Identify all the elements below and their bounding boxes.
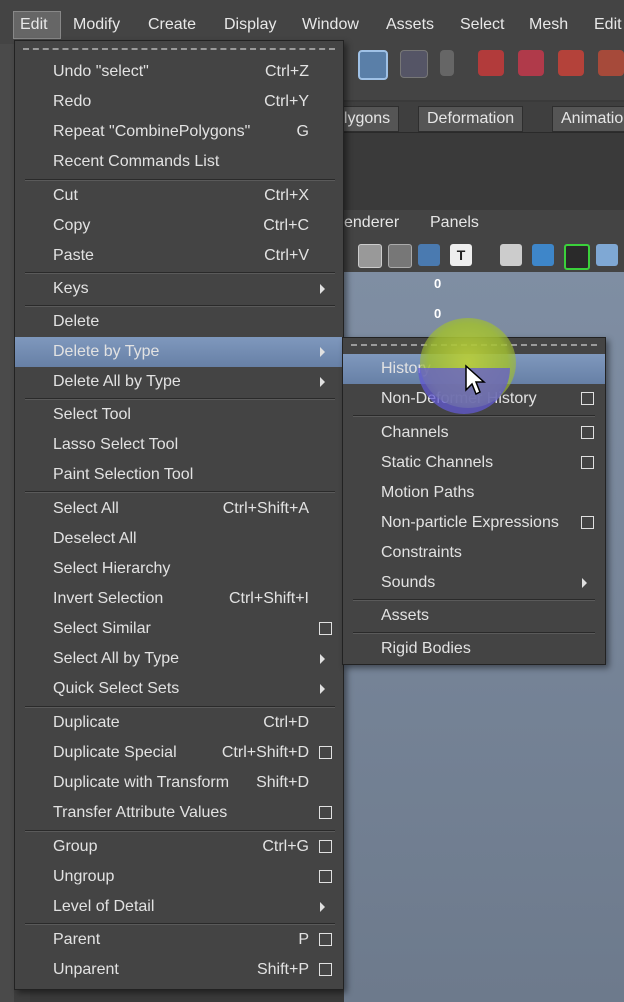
submenu-item-channels[interactable]: Channels — [343, 418, 605, 448]
menu-item-select-hierarchy[interactable]: Select Hierarchy — [15, 554, 343, 584]
mouse-cursor-icon — [465, 364, 486, 396]
menu-separator — [353, 415, 595, 417]
submenu-item-motion-paths[interactable]: Motion Paths — [343, 478, 605, 508]
viewport-menu-renderer[interactable]: enderer — [344, 214, 399, 232]
select-component-icon[interactable] — [400, 50, 428, 78]
tool-box — [0, 44, 15, 1002]
menu-item-undo[interactable]: Undo "select" Ctrl+Z — [15, 57, 343, 87]
menu-item-duplicate[interactable]: Duplicate Ctrl+D — [15, 708, 343, 738]
submenu-item-non-particle-expressions[interactable]: Non-particle Expressions — [343, 508, 605, 538]
submenu-arrow-icon — [320, 284, 325, 294]
option-box-icon[interactable] — [319, 870, 332, 883]
menu-item-redo[interactable]: Redo Ctrl+Y — [15, 87, 343, 117]
snap-curve-icon[interactable] — [518, 50, 544, 76]
menu-item-recent-commands[interactable]: Recent Commands List — [15, 147, 343, 177]
tear-off-bar[interactable] — [23, 48, 335, 50]
option-box-icon[interactable] — [319, 746, 332, 759]
menu-modify[interactable]: Modify — [67, 11, 126, 39]
option-box-icon[interactable] — [319, 933, 332, 946]
xray-icon[interactable] — [564, 244, 590, 270]
tab-deformation[interactable]: Deformation — [418, 106, 524, 132]
menu-item-unparent[interactable]: Unparent Shift+P — [15, 955, 343, 985]
menu-item-paint-selection-tool[interactable]: Paint Selection Tool — [15, 460, 343, 490]
wireframe-cube-icon[interactable] — [500, 244, 522, 266]
menu-item-select-all-by-type[interactable]: Select All by Type — [15, 644, 343, 674]
submenu-arrow-icon — [320, 654, 325, 664]
smooth-shade-cube-icon[interactable] — [532, 244, 554, 266]
edit-menu: Undo "select" Ctrl+Z Redo Ctrl+Y Repeat … — [14, 40, 344, 990]
hud-value: 0 — [434, 306, 442, 321]
menu-edit[interactable]: Edit — [13, 11, 61, 39]
viewport-menu-panels[interactable]: Panels — [430, 214, 479, 232]
menu-item-select-similar[interactable]: Select Similar — [15, 614, 343, 644]
menu-item-keys[interactable]: Keys — [15, 274, 343, 304]
menu-item-lasso-select-tool[interactable]: Lasso Select Tool — [15, 430, 343, 460]
menu-item-repeat[interactable]: Repeat "CombinePolygons" G — [15, 117, 343, 147]
submenu-item-static-channels[interactable]: Static Channels — [343, 448, 605, 478]
menu-mesh[interactable]: Mesh — [523, 11, 574, 39]
option-box-icon[interactable] — [319, 622, 332, 635]
submenu-arrow-icon — [320, 347, 325, 357]
option-box-icon[interactable] — [581, 456, 594, 469]
submenu-arrow-icon — [582, 578, 587, 588]
text-icon[interactable]: T — [450, 244, 472, 266]
menu-item-delete-all-by-type[interactable]: Delete All by Type — [15, 367, 343, 397]
option-box-icon[interactable] — [319, 963, 332, 976]
submenu-item-assets[interactable]: Assets — [343, 601, 605, 631]
main-menubar: Edit Modify Create Display Window Assets… — [0, 0, 624, 45]
select-by-object-icon[interactable] — [358, 50, 388, 80]
menu-item-group[interactable]: Group Ctrl+G — [15, 832, 343, 862]
menu-item-duplicate-with-transform[interactable]: Duplicate with Transform Shift+D — [15, 768, 343, 798]
menu-item-parent[interactable]: Parent P — [15, 925, 343, 955]
shaded-icon[interactable] — [418, 244, 440, 266]
menu-separator — [25, 491, 335, 493]
option-box-icon[interactable] — [319, 840, 332, 853]
menu-item-cut[interactable]: Cut Ctrl+X — [15, 181, 343, 211]
snap-point-icon[interactable] — [558, 50, 584, 76]
option-box-icon[interactable] — [581, 392, 594, 405]
submenu-item-sounds[interactable]: Sounds — [343, 568, 605, 598]
menu-item-paste[interactable]: Paste Ctrl+V — [15, 241, 343, 271]
menu-item-ungroup[interactable]: Ungroup — [15, 862, 343, 892]
tab-animation[interactable]: Animatio — [552, 106, 624, 132]
camera-attributes-icon[interactable] — [358, 244, 382, 268]
option-box-icon[interactable] — [581, 426, 594, 439]
grid-icon[interactable] — [388, 244, 412, 268]
menu-edit-mesh[interactable]: Edit — [588, 11, 624, 39]
submenu-arrow-icon — [320, 684, 325, 694]
menu-item-transfer-attribute-values[interactable]: Transfer Attribute Values — [15, 798, 343, 828]
submenu-item-rigid-bodies[interactable]: Rigid Bodies — [343, 634, 605, 664]
toolbar-divider-icon — [440, 50, 454, 76]
option-box-icon[interactable] — [319, 806, 332, 819]
menu-create[interactable]: Create — [142, 11, 202, 39]
menu-item-select-all[interactable]: Select All Ctrl+Shift+A — [15, 494, 343, 524]
menu-item-delete-by-type[interactable]: Delete by Type — [15, 337, 343, 367]
snap-surface-icon[interactable] — [598, 50, 624, 76]
menu-assets[interactable]: Assets — [380, 11, 440, 39]
menu-item-quick-select-sets[interactable]: Quick Select Sets — [15, 674, 343, 704]
menu-item-invert-selection[interactable]: Invert Selection Ctrl+Shift+I — [15, 584, 343, 614]
menu-select[interactable]: Select — [454, 11, 510, 39]
menu-item-duplicate-special[interactable]: Duplicate Special Ctrl+Shift+D — [15, 738, 343, 768]
menu-item-select-tool[interactable]: Select Tool — [15, 400, 343, 430]
menu-item-level-of-detail[interactable]: Level of Detail — [15, 892, 343, 922]
menu-item-deselect-all[interactable]: Deselect All — [15, 524, 343, 554]
menu-window[interactable]: Window — [296, 11, 365, 39]
menu-display[interactable]: Display — [218, 11, 282, 39]
option-box-icon[interactable] — [581, 516, 594, 529]
isolate-cube-icon[interactable] — [596, 244, 618, 266]
submenu-arrow-icon — [320, 902, 325, 912]
menu-item-copy[interactable]: Copy Ctrl+C — [15, 211, 343, 241]
menu-item-delete[interactable]: Delete — [15, 307, 343, 337]
snap-grid-icon[interactable] — [478, 50, 504, 76]
submenu-arrow-icon — [320, 377, 325, 387]
hud-value: 0 — [434, 276, 442, 291]
submenu-item-constraints[interactable]: Constraints — [343, 538, 605, 568]
